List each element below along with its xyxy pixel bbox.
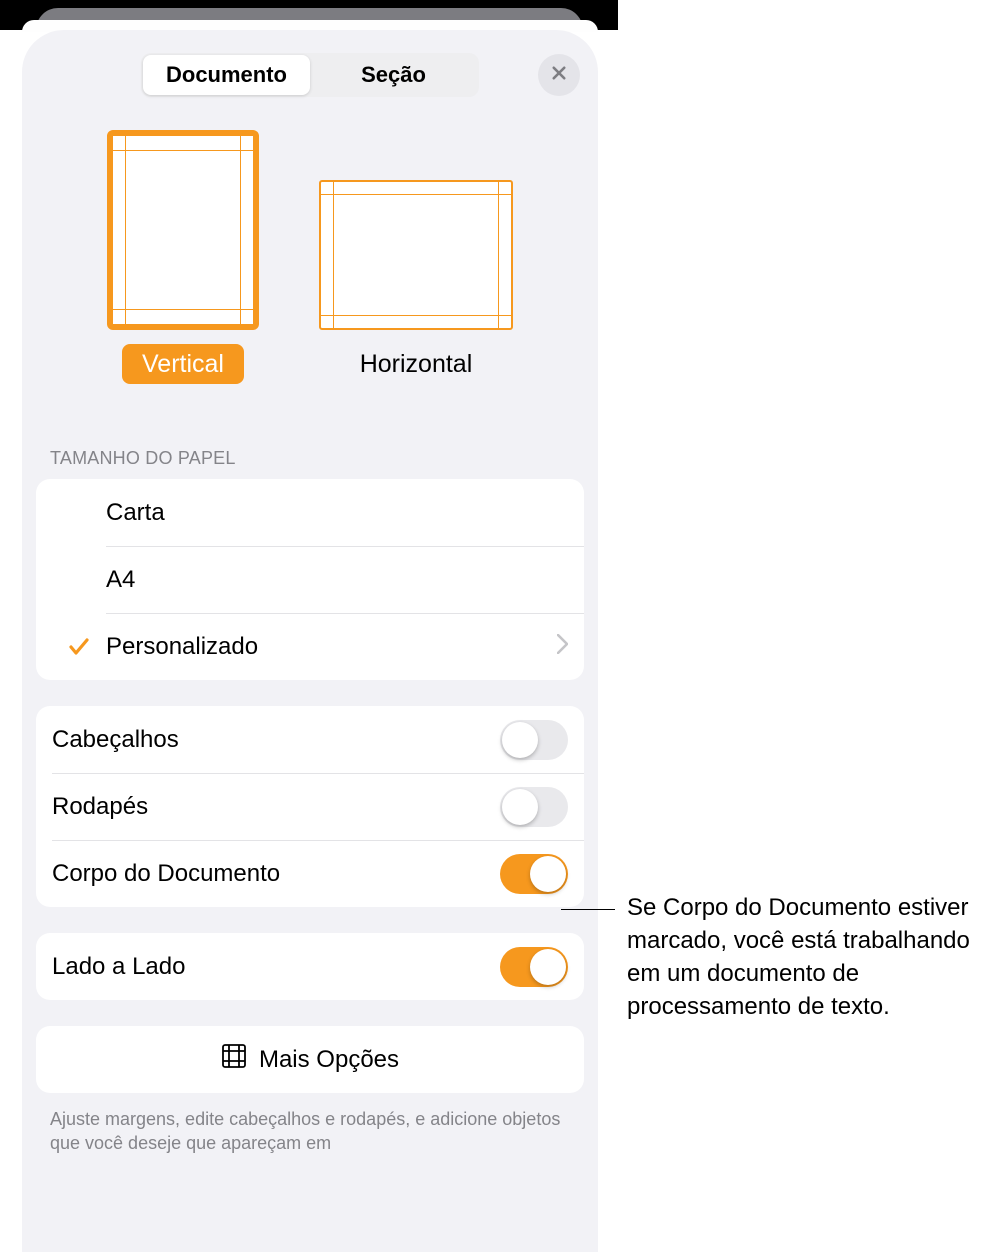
orientation-selector: Vertical Horizontal	[22, 120, 598, 424]
row-cabecalhos: Cabeçalhos	[36, 706, 584, 773]
paper-size-personalizado-label: Personalizado	[106, 633, 557, 661]
mais-opcoes-button[interactable]: Mais Opções	[36, 1026, 584, 1093]
tab-secao[interactable]: Seção	[310, 55, 477, 95]
row-rodapes: Rodapés	[36, 773, 584, 840]
rodapes-label: Rodapés	[52, 793, 500, 821]
page-portrait-icon	[107, 130, 259, 330]
orientation-vertical[interactable]: Vertical	[107, 130, 259, 384]
mais-opcoes-label: Mais Opções	[259, 1046, 399, 1074]
paper-size-a4-label: A4	[106, 566, 568, 594]
checkmark-icon	[52, 635, 106, 659]
toggle-cabecalhos[interactable]	[500, 720, 568, 760]
orientation-horizontal[interactable]: Horizontal	[319, 130, 513, 384]
lado-a-lado-label: Lado a Lado	[52, 953, 500, 981]
tab-documento[interactable]: Documento	[143, 55, 310, 95]
toggle-rodapes[interactable]	[500, 787, 568, 827]
paper-size-group: Carta A4 Personalizado	[36, 479, 584, 680]
toggle-lado-a-lado[interactable]	[500, 947, 568, 987]
paper-size-personalizado[interactable]: Personalizado	[36, 613, 584, 680]
paper-size-header: TAMANHO DO PAPEL	[22, 424, 598, 479]
mais-opcoes-footnote: Ajuste margens, edite cabeçalhos e rodap…	[22, 1093, 598, 1156]
callout-leader-line	[561, 909, 615, 910]
document-settings-panel: Documento Seção Vertical	[22, 30, 598, 1252]
orientation-horizontal-label: Horizontal	[340, 344, 493, 384]
toggle-corpo-documento[interactable]	[500, 854, 568, 894]
lado-a-lado-group: Lado a Lado	[36, 933, 584, 1000]
toggles-group: Cabeçalhos Rodapés Corpo do Documento	[36, 706, 584, 907]
paper-size-carta[interactable]: Carta	[36, 479, 584, 546]
close-icon	[550, 64, 568, 87]
cabecalhos-label: Cabeçalhos	[52, 726, 500, 754]
row-corpo-documento: Corpo do Documento	[36, 840, 584, 907]
orientation-vertical-label: Vertical	[122, 344, 244, 384]
row-lado-a-lado: Lado a Lado	[36, 933, 584, 1000]
callout-text: Se Corpo do Documento estiver marcado, v…	[627, 891, 987, 1023]
chevron-right-icon	[557, 634, 568, 659]
grid-icon	[221, 1043, 247, 1076]
paper-size-carta-label: Carta	[106, 499, 568, 527]
panel-header: Documento Seção	[22, 30, 598, 120]
corpo-documento-label: Corpo do Documento	[52, 860, 500, 888]
paper-size-a4[interactable]: A4	[36, 546, 584, 613]
close-button[interactable]	[538, 54, 580, 96]
page-landscape-icon	[319, 180, 513, 330]
tab-segmented-control: Documento Seção	[141, 53, 479, 97]
